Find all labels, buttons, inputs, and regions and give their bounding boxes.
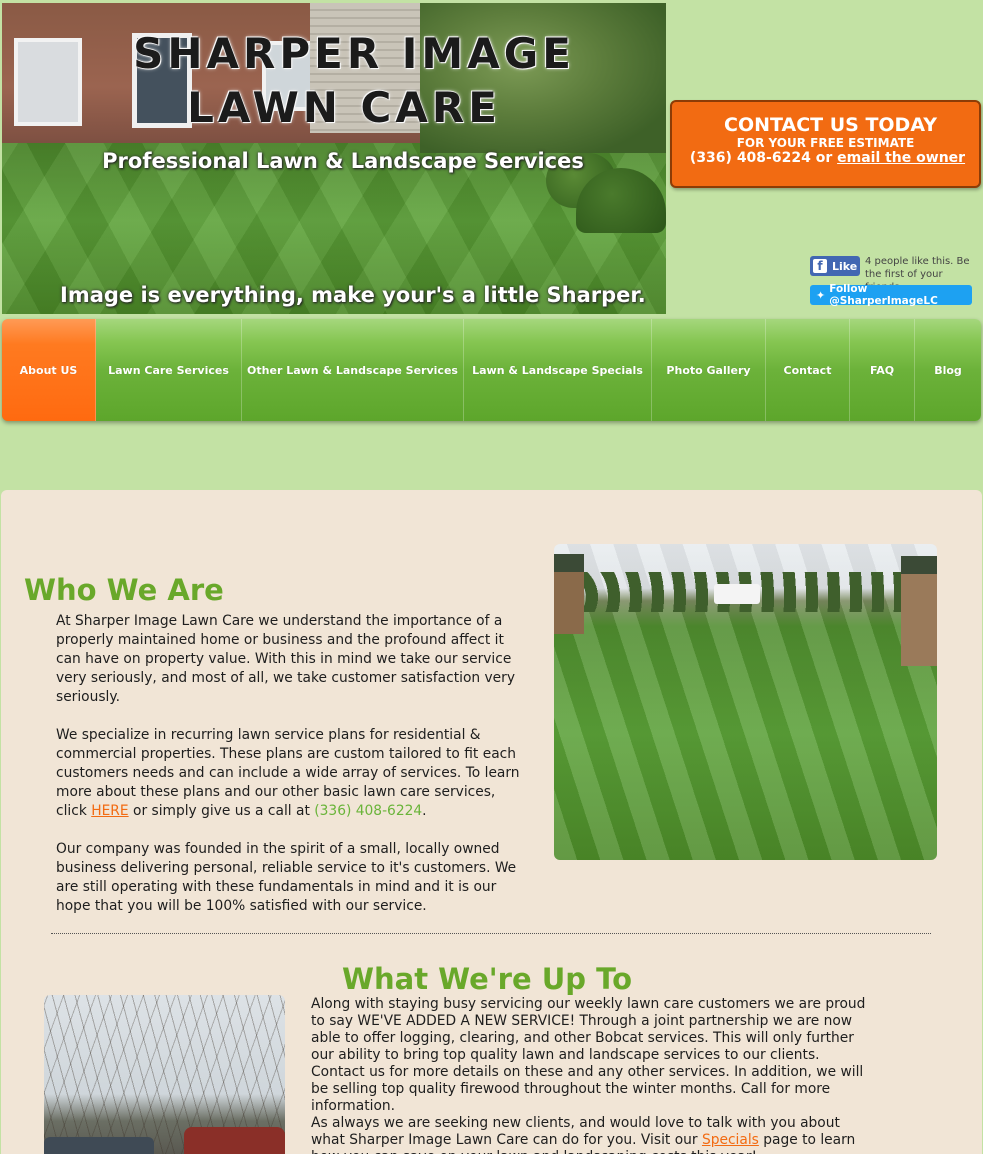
who-we-are-heading: Who We Are: [24, 573, 224, 607]
upto-paragraph-1: Along with staying busy servicing our we…: [311, 996, 866, 1114]
section-divider: [51, 933, 931, 934]
facebook-icon: f: [813, 259, 827, 273]
what-were-up-to-heading: What We're Up To: [342, 962, 632, 996]
who-paragraph-2: We specialize in recurring lawn service …: [56, 726, 526, 821]
photo-truck-red: [184, 1127, 285, 1154]
who-paragraph-1: At Sharper Image Lawn Care we understand…: [56, 613, 516, 705]
contact-or: or: [810, 150, 838, 166]
email-owner-link[interactable]: email the owner: [837, 150, 965, 166]
nav-item-contact[interactable]: Contact: [766, 319, 850, 421]
contact-phone[interactable]: (336) 408-6224: [690, 150, 811, 166]
site-title-line2: LAWN CARE: [187, 83, 501, 132]
bare-trees-photo: [44, 995, 285, 1154]
who-p2-middle: or simply give us a call at: [128, 803, 315, 819]
header-banner-image: SHARPER IMAGE LAWN CARE Professional Law…: [2, 3, 666, 314]
services-here-link[interactable]: HERE: [91, 803, 128, 819]
twitter-follow-label: Follow @SharperImageLC: [829, 283, 938, 307]
facebook-like-button[interactable]: f Like: [810, 256, 860, 276]
main-nav-bar: About US Lawn Care Services Other Lawn &…: [2, 319, 981, 421]
nav-item-specials[interactable]: Lawn & Landscape Specials: [464, 319, 652, 421]
specials-link[interactable]: Specials: [702, 1132, 759, 1148]
site-title-line1: SHARPER IMAGE: [133, 29, 575, 78]
phone-number-link[interactable]: (336) 408-6224: [314, 803, 422, 819]
who-p2-end: .: [422, 803, 427, 819]
site-subtitle: Professional Lawn & Landscape Services: [102, 149, 584, 173]
facebook-like-label: Like: [832, 259, 858, 273]
photo-truck: [714, 584, 760, 604]
nav-item-blog[interactable]: Blog: [915, 319, 981, 421]
contact-cta-box[interactable]: CONTACT US TODAY FOR YOUR FREE ESTIMATE …: [670, 100, 981, 188]
main-content-panel: Who We Are At Sharper Image Lawn Care we…: [1, 490, 982, 1154]
nav-item-photo-gallery[interactable]: Photo Gallery: [652, 319, 766, 421]
photo-gazebo-right: [901, 556, 937, 666]
site-tagline: Image is everything, make your's a littl…: [60, 283, 646, 307]
twitter-follow-button[interactable]: ✦ Follow @SharperImageLC: [810, 283, 972, 307]
who-paragraph-3: Our company was founded in the spirit of…: [56, 841, 517, 914]
photo-gazebo-left: [554, 554, 584, 634]
nav-item-faq[interactable]: FAQ: [850, 319, 915, 421]
nav-item-lawn-care-services[interactable]: Lawn Care Services: [96, 319, 242, 421]
nav-item-about-us[interactable]: About US: [2, 319, 96, 421]
photo-car: [44, 1137, 154, 1154]
twitter-bird-icon: ✦: [816, 288, 826, 302]
contact-subheading: FOR YOUR FREE ESTIMATE: [736, 136, 915, 150]
upto-paragraph-2: As always we are seeking new clients, an…: [311, 1115, 866, 1154]
contact-heading: CONTACT US TODAY: [724, 114, 937, 136]
nav-item-other-lawn-landscape-services[interactable]: Other Lawn & Landscape Services: [242, 319, 464, 421]
striped-lawn-photo: [554, 544, 937, 860]
contact-phone-line: (336) 408-6224 or email the owner: [672, 150, 979, 166]
